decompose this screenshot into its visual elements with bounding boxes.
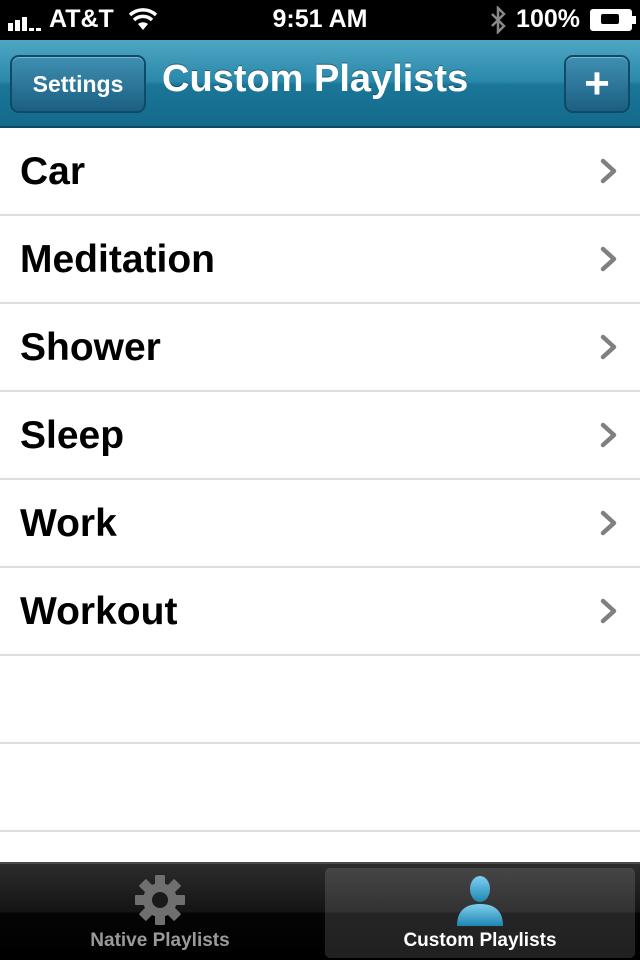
list-item-label: Work (20, 502, 117, 545)
chevron-right-icon (600, 334, 617, 360)
chevron-right-icon (600, 158, 617, 184)
navigation-bar: Settings Custom Playlists + (0, 40, 640, 128)
list-item[interactable]: Shower (0, 304, 640, 392)
tab-bar: Native Playlists Custom Playlists (0, 862, 640, 960)
tab-native-playlists[interactable]: Native Playlists (5, 868, 315, 958)
status-bar: AT&T 9:51 AM 100% (0, 0, 640, 40)
chevron-right-icon (600, 422, 617, 448)
tab-custom-playlists[interactable]: Custom Playlists (325, 868, 635, 958)
list-item[interactable]: Car (0, 128, 640, 216)
list-item-label: Car (20, 150, 86, 193)
add-playlist-button[interactable]: + (564, 55, 630, 113)
bluetooth-icon (491, 5, 506, 34)
person-icon (457, 876, 503, 926)
battery-charging-icon (590, 8, 636, 31)
battery-percentage: 100% (516, 5, 580, 33)
settings-button[interactable]: Settings (10, 55, 146, 113)
list-item-label: Workout (20, 590, 178, 633)
chevron-right-icon (600, 510, 617, 536)
list-item-label: Sleep (20, 414, 125, 457)
empty-row (0, 744, 640, 832)
tab-label: Custom Playlists (403, 930, 557, 951)
list-item-label: Meditation (20, 238, 215, 281)
list-item[interactable]: Meditation (0, 216, 640, 304)
list-item[interactable]: Workout (0, 568, 640, 656)
list-item-label: Shower (20, 326, 161, 369)
list-item[interactable]: Work (0, 480, 640, 568)
chevron-right-icon (600, 246, 617, 272)
chevron-right-icon (600, 598, 617, 624)
list-item[interactable]: Sleep (0, 392, 640, 480)
playlist-list: Car Meditation Shower Sleep Work Workout (0, 128, 640, 832)
gear-icon (135, 875, 185, 925)
tab-label: Native Playlists (90, 930, 230, 951)
page-title: Custom Playlists (162, 58, 469, 100)
empty-row (0, 656, 640, 744)
